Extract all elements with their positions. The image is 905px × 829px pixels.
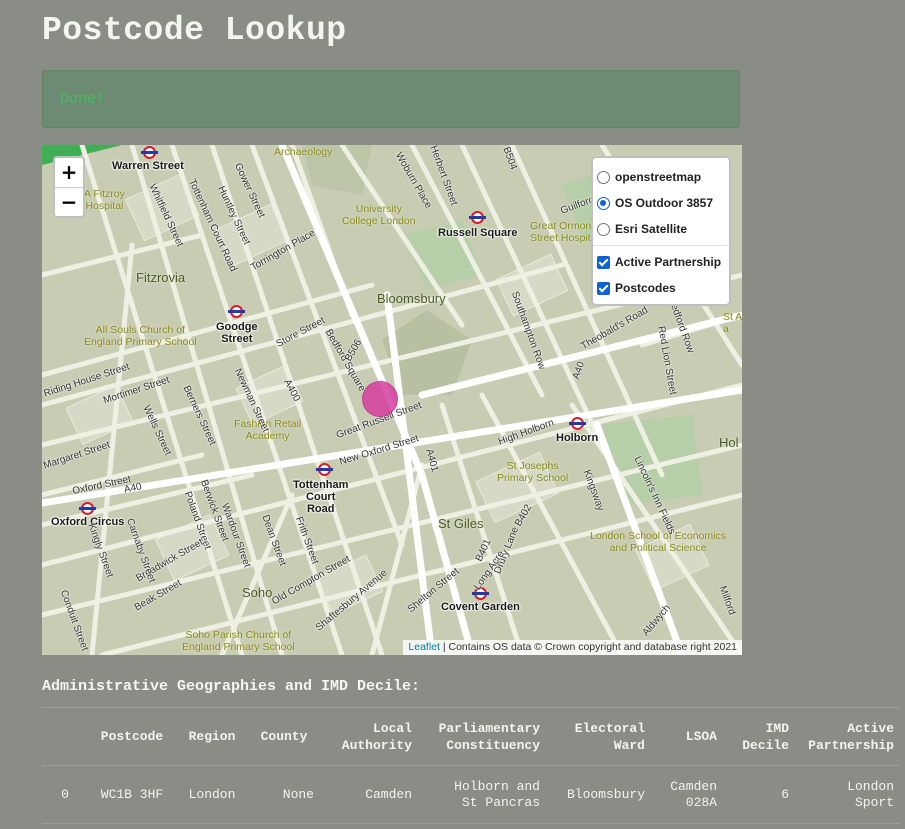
table-cell: Camden (320, 765, 418, 824)
overlay-option-active-partnership[interactable]: Active Partnership (597, 249, 729, 275)
tube-station-icon (316, 463, 333, 476)
tube-station-icon (228, 305, 245, 318)
radio-button[interactable] (597, 170, 610, 184)
table-cell: None (248, 765, 320, 824)
column-header-lsoa: LSOA (651, 707, 723, 766)
layer-label: openstreetmap (615, 170, 702, 184)
overlay-option-postcodes[interactable]: Postcodes (597, 275, 729, 301)
alert-text: Done! (60, 91, 106, 108)
tube-station-icon (472, 587, 489, 600)
overlay-label: Active Partnership (615, 255, 722, 269)
column-header-local-authority: Local Authority (320, 707, 418, 766)
radio-button[interactable] (597, 196, 610, 210)
table-row: 0 WC1B 3HF London None Camden Holborn an… (42, 765, 900, 824)
section-title: Administrative Geographies and IMD Decil… (42, 678, 421, 695)
map-attribution: Leaflet | Contains OS data © Crown copyr… (403, 640, 742, 655)
attribution-text: | Contains OS data © Crown copyright and… (439, 641, 737, 653)
table-cell: London (176, 765, 248, 824)
map[interactable]: Warren Street Russell Square Goodge Stre… (42, 145, 742, 655)
column-header-active-partnership: Active Partnership (795, 707, 900, 766)
table-cell: 0 (42, 765, 88, 824)
tube-station-icon (469, 211, 486, 224)
radio-button[interactable] (597, 222, 610, 236)
geographies-table: Postcode Region County Local Authority P… (42, 707, 900, 824)
layer-label: Esri Satellite (615, 222, 688, 236)
postcode-marker[interactable] (362, 381, 398, 417)
tube-station-icon (79, 502, 96, 515)
table-cell: 6 (723, 765, 795, 824)
table-cell: Camden 028A (651, 765, 723, 824)
table-cell: London Sport (795, 765, 900, 824)
checkbox[interactable] (597, 281, 610, 295)
column-header-electoral-ward: Electoral Ward (546, 707, 651, 766)
overlay-label: Postcodes (615, 281, 676, 295)
column-header-postcode: Postcode (88, 707, 176, 766)
column-header-index (42, 707, 88, 766)
status-alert: Done! (42, 70, 740, 128)
tube-station-icon (569, 417, 586, 430)
column-header-county: County (248, 707, 320, 766)
table-cell: Bloomsbury (546, 765, 651, 824)
zoom-control: + − (53, 156, 85, 218)
zoom-in-button[interactable]: + (55, 158, 83, 187)
layer-option-os-outdoor[interactable]: OS Outdoor 3857 (597, 190, 729, 216)
table-cell: WC1B 3HF (88, 765, 176, 824)
leaflet-link[interactable]: Leaflet (408, 641, 440, 653)
checkbox[interactable] (597, 255, 610, 269)
table-header-row: Postcode Region County Local Authority P… (42, 707, 900, 766)
layer-label: OS Outdoor 3857 (615, 196, 714, 210)
layer-option-openstreetmap[interactable]: openstreetmap (597, 164, 729, 190)
column-header-imd-decile: IMD Decile (723, 707, 795, 766)
layer-option-esri-satellite[interactable]: Esri Satellite (597, 216, 729, 242)
tube-station-icon (141, 146, 158, 159)
page-title: Postcode Lookup (42, 12, 347, 49)
zoom-out-button[interactable]: − (55, 187, 83, 216)
column-header-region: Region (176, 707, 248, 766)
table-cell: Holborn and St Pancras (418, 765, 546, 824)
layer-divider (593, 245, 729, 246)
layer-control: openstreetmap OS Outdoor 3857 Esri Satel… (591, 156, 731, 306)
column-header-parliamentary-constituency: Parliamentary Constituency (418, 707, 546, 766)
